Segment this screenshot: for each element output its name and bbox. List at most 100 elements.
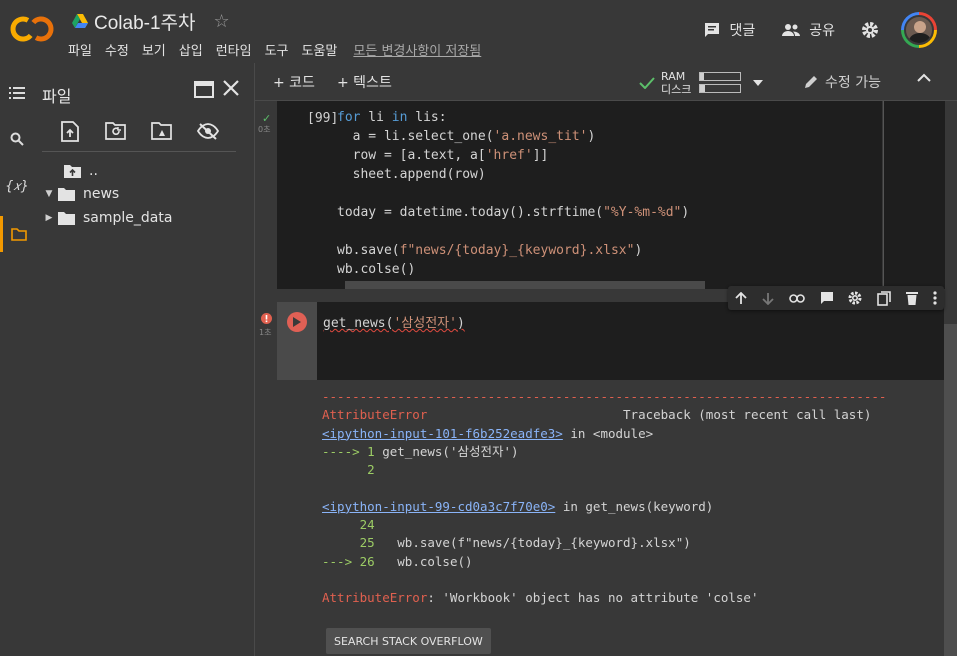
close-icon[interactable] [222,79,240,97]
notebook-title[interactable]: Colab-1주차 [94,8,196,35]
code-line: row = [a.text, a['href']] [337,148,549,163]
move-up-icon[interactable] [735,291,748,305]
cell-output: ----------------------------------------… [277,380,944,656]
upload-file-icon[interactable] [58,119,82,143]
cell-exec-time: 1초 [259,328,272,337]
mount-drive-icon[interactable] [150,119,174,143]
pencil-icon [805,76,817,88]
run-cell-button[interactable] [287,312,307,332]
hide-files-icon[interactable] [196,119,220,143]
output-line: 25 wb.save(f"news/{today}_{keyword}.xlsx… [322,535,691,551]
avatar[interactable] [901,12,937,48]
folder-icon [58,212,75,225]
open-in-window-icon[interactable] [194,81,214,98]
code-line: wb.save(f"news/{today}_{keyword}.xlsx") [337,243,643,258]
code-line: a = li.select_one('a.news_tit') [337,129,596,144]
cell-exec-time: 0초 [258,125,271,134]
disk-meter [699,84,742,93]
cell-toolbar [728,286,944,310]
folder-icon[interactable] [0,216,34,252]
gear-icon[interactable] [848,291,862,305]
search-icon[interactable] [0,125,34,153]
code-editor[interactable]: for li in lis: a = li.select_one('a.news… [337,108,689,279]
comment-label: 댓글 [729,23,756,39]
folder-up-icon [64,165,81,178]
files-panel-title: 파일 [42,87,72,106]
code-cell-margin [884,101,945,289]
horizontal-scrollbar[interactable] [345,281,705,289]
gear-icon [862,22,878,38]
menu-file[interactable]: 파일 [68,40,92,59]
variables-icon[interactable]: {𝑥} [0,172,34,200]
chevron-down-icon[interactable]: ▼ [42,189,56,199]
menu-help[interactable]: 도움말 [302,40,338,59]
output-line: ----------------------------------------… [322,389,887,404]
output-line: AttributeError Traceback (most recent ca… [322,407,872,423]
output-line: ---> 26 wb.colse() [322,553,473,569]
play-icon [293,317,301,327]
settings-button[interactable] [861,21,887,39]
output-line: 2 [322,462,375,478]
tree-item-parent[interactable]: .. [62,160,98,182]
check-icon [639,76,655,89]
output-line: <ipython-input-99-cd0a3c7f70e0> in get_n… [322,498,714,514]
divider [42,151,236,152]
comment-icon[interactable] [820,291,834,305]
drive-icon[interactable] [72,14,88,28]
tree-item-label: sample_data [83,210,173,226]
header: Colab-1주차 ☆ 파일 수정 보기 삽입 런타임 도구 도움말 모든 변경… [0,0,957,63]
notebook-toolbar: + 코드 + 텍스트 RAM 디스크 수정 가능 [255,63,957,101]
error-icon [261,313,272,324]
menu-bar: 파일 수정 보기 삽입 런타임 도구 도움말 모든 변경사항이 저장됨 [68,40,481,59]
traceback-output: ----------------------------------------… [322,388,886,608]
output-line: ----> 1 get_news('삼성전자') [322,443,519,459]
dropdown-arrow-icon[interactable] [753,79,764,86]
more-vert-icon[interactable] [933,291,937,305]
colab-logo[interactable] [10,12,54,46]
disk-label: 디스크 [661,82,692,96]
link-icon[interactable] [789,293,805,303]
edit-mode-button[interactable]: 수정 가능 [803,72,881,92]
saved-status[interactable]: 모든 변경사항이 저장됨 [353,40,481,59]
code-cell[interactable]: [99] for li in lis: a = li.select_one('a… [277,101,882,289]
code-line: wb.colse() [337,262,416,277]
cell-prompt: [99] [307,111,339,126]
tree-item-sample-data[interactable]: ▶ sample_data [42,207,173,229]
add-text-button[interactable]: + 텍스트 [337,72,392,92]
menu-tools[interactable]: 도구 [265,40,289,59]
mirror-cell-icon[interactable] [877,290,891,306]
delete-icon[interactable] [905,291,918,305]
output-line: AttributeError: 'Workbook' object has no… [322,590,759,606]
search-stack-overflow-button[interactable]: SEARCH STACK OVERFLOW [326,628,491,654]
add-code-button[interactable]: + 코드 [273,72,315,92]
people-icon [782,24,801,36]
cell-run-gutter [277,302,317,380]
edit-mode-label: 수정 가능 [825,75,881,91]
tree-item-label: .. [89,163,98,179]
comment-button[interactable]: 댓글 [703,20,755,40]
menu-insert[interactable]: 삽입 [179,40,203,59]
refresh-folder-icon[interactable] [104,119,128,143]
chevron-up-icon[interactable] [917,73,931,83]
tree-item-news[interactable]: ▼ news [42,183,120,205]
resource-monitor[interactable]: RAM 디스크 [639,69,764,96]
left-rail: {𝑥} [0,63,34,656]
code-line: for li in lis: [337,110,447,125]
comment-icon [705,23,720,37]
output-line: 24 [322,517,375,533]
vertical-scrollbar[interactable] [944,324,957,656]
menu-view[interactable]: 보기 [142,40,166,59]
code-line[interactable]: get_news('삼성전자') [323,312,465,331]
chevron-right-icon[interactable]: ▶ [42,213,56,223]
move-down-icon[interactable] [762,292,774,305]
ram-meter [699,72,742,81]
code-cell[interactable]: get_news('삼성전자') -----------------------… [277,302,944,656]
star-icon[interactable]: ☆ [214,11,230,32]
share-button[interactable]: 공유 [781,20,835,40]
menu-edit[interactable]: 수정 [105,40,129,59]
toc-icon[interactable] [0,79,34,107]
menu-runtime[interactable]: 런타임 [216,40,252,59]
tree-item-label: news [83,186,120,202]
